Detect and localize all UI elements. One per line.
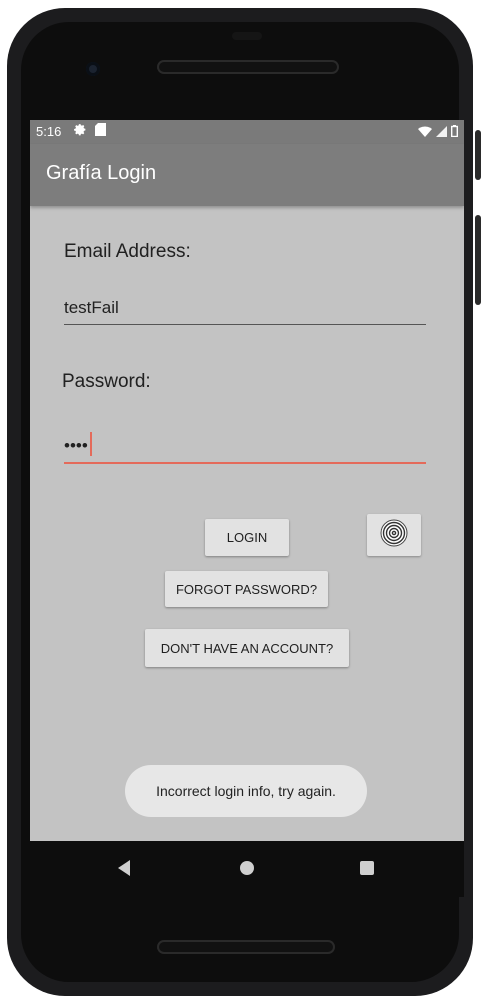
email-field[interactable]: testFail [64,292,426,325]
wifi-icon [418,125,432,140]
recents-icon[interactable] [360,861,374,875]
text-cursor [90,432,92,456]
toast-message: Incorrect login info, try again. [125,765,367,817]
status-time: 5:16 [36,124,62,139]
email-value: testFail [64,298,119,317]
back-icon[interactable] [118,860,130,876]
volume-button [475,215,481,305]
status-bar: 5:16 [30,120,464,144]
toast-text: Incorrect login info, try again. [156,783,336,799]
password-label: Password: [62,371,151,392]
forgot-password-button[interactable]: FORGOT PASSWORD? [165,571,328,607]
sd-card-icon [95,123,106,139]
power-button [475,130,481,180]
home-icon[interactable] [240,861,254,875]
signal-icon [436,125,447,140]
earpiece [232,32,262,40]
top-speaker [157,60,339,74]
login-button-label: LOGIN [226,530,268,545]
gear-icon [74,123,87,139]
screen: 5:16 Grafía Login Email Address: testFai… [30,120,464,841]
app-title: Grafía Login [46,162,157,184]
app-bar: Grafía Login [30,144,464,206]
fingerprint-button[interactable] [367,514,421,556]
email-label: Email Address: [64,241,191,262]
login-button[interactable]: LOGIN [205,519,289,556]
no-account-button[interactable]: DON'T HAVE AN ACCOUNT? [145,629,349,667]
password-field[interactable]: •••• [64,430,426,464]
no-account-label: DON'T HAVE AN ACCOUNT? [160,640,334,656]
battery-icon [450,125,458,140]
fingerprint-icon [379,518,409,553]
forgot-password-label: FORGOT PASSWORD? [175,581,318,597]
bottom-speaker [157,940,335,954]
front-camera [86,62,100,76]
password-value: •••• [64,436,88,455]
navigation-bar [30,841,464,897]
